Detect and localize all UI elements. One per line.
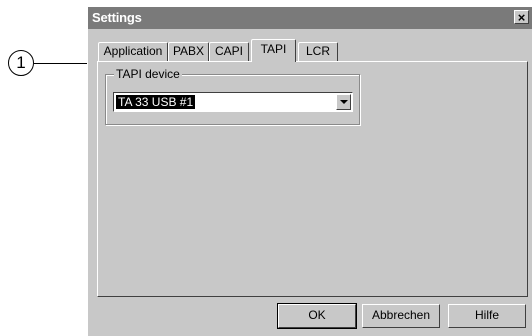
dropdown-button[interactable] bbox=[336, 94, 351, 110]
tab-label: TAPI bbox=[260, 42, 287, 56]
help-label: Hilfe bbox=[474, 308, 499, 322]
tapi-device-group: TAPI device TA 33 USB #1 bbox=[105, 67, 360, 125]
close-button[interactable]: × bbox=[514, 10, 529, 24]
tab-label: PABX bbox=[172, 44, 205, 58]
chevron-down-icon bbox=[340, 100, 348, 104]
tab-label: Application bbox=[103, 44, 163, 58]
tab-panel-tapi: TAPI device TA 33 USB #1 bbox=[97, 61, 528, 297]
tab-lcr[interactable]: LCR bbox=[298, 42, 338, 61]
cancel-button[interactable]: Abbrechen bbox=[362, 304, 440, 328]
title-bar[interactable]: Settings × bbox=[88, 7, 532, 29]
settings-dialog: Settings × Application PABX CAPI TAPI LC… bbox=[87, 6, 532, 336]
tab-capi[interactable]: CAPI bbox=[209, 42, 249, 61]
callout-number: 1 bbox=[16, 53, 26, 72]
tab-pabx[interactable]: PABX bbox=[168, 42, 209, 61]
window-title: Settings bbox=[92, 10, 142, 25]
cancel-label: Abbrechen bbox=[371, 308, 431, 322]
tab-label: CAPI bbox=[214, 44, 243, 58]
tab-label: LCR bbox=[305, 44, 330, 58]
tapi-device-select[interactable]: TA 33 USB #1 bbox=[113, 92, 353, 112]
group-label: TAPI device bbox=[114, 67, 182, 81]
tab-tapi[interactable]: TAPI bbox=[251, 39, 296, 62]
ok-button[interactable]: OK bbox=[277, 303, 357, 329]
close-icon: × bbox=[517, 10, 526, 25]
help-button[interactable]: Hilfe bbox=[448, 304, 526, 328]
tab-application[interactable]: Application bbox=[98, 42, 168, 61]
selected-device: TA 33 USB #1 bbox=[116, 95, 196, 109]
ok-label: OK bbox=[308, 308, 326, 322]
callout-marker: 1 bbox=[8, 50, 34, 76]
